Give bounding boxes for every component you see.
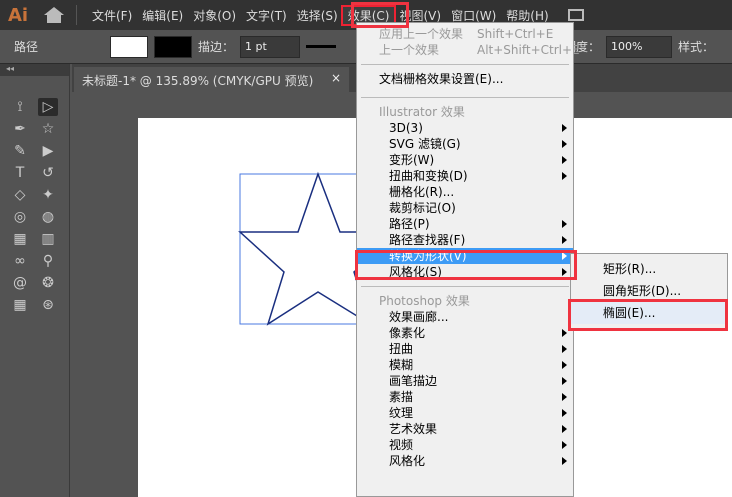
stroke-weight-input[interactable]: 1 pt bbox=[240, 35, 301, 58]
menu-item-warp[interactable]: 变形(W) bbox=[357, 152, 573, 168]
perspective-icon[interactable]: ⊛ bbox=[38, 296, 58, 314]
last-effect: 上一个效果 Alt+Shift+Ctrl+E bbox=[379, 43, 580, 57]
star-tool-icon[interactable]: ☆ bbox=[38, 120, 58, 138]
eraser-tool-icon[interactable]: ◇ bbox=[10, 186, 30, 204]
submenu-rectangle[interactable]: 矩形(R)... bbox=[571, 258, 727, 280]
stroke-label: 描边： bbox=[198, 40, 235, 54]
submenu-ellipse[interactable]: 椭圆(E)... bbox=[571, 302, 727, 324]
divider bbox=[361, 97, 569, 98]
convert-to-shape-submenu: 矩形(R)... 圆角矩形(D)... 椭圆(E)... bbox=[570, 253, 728, 331]
document-raster-settings[interactable]: 文档栅格效果设置(E)... bbox=[357, 71, 573, 91]
pen-tool-icon[interactable]: ✒ bbox=[10, 120, 30, 138]
close-tab-icon[interactable]: × bbox=[331, 71, 341, 85]
menu-edit[interactable]: 编辑(E) bbox=[137, 7, 188, 24]
fill-swatch[interactable] bbox=[110, 35, 148, 58]
menu-file[interactable]: 文件(F) bbox=[87, 7, 137, 24]
menu-item-distort[interactable]: 扭曲 bbox=[357, 341, 573, 357]
stroke-swatch[interactable] bbox=[154, 35, 192, 58]
menu-item-pixelate[interactable]: 像素化 bbox=[357, 325, 573, 341]
tools-panel: ◂◂ ⟟ ▷ ✒ ☆ ✎ ▶ T ↺ ◇ ✦ ◎ ◍ ▦ ▥ ∞ ⚲ @ ❂ ▦… bbox=[0, 64, 70, 497]
menu-item-ps-stylize[interactable]: 风格化 bbox=[357, 453, 573, 469]
menu-view[interactable]: 视图(V) bbox=[394, 7, 446, 24]
effect-menu: 应用上一个效果 Shift+Ctrl+E 上一个效果 Alt+Shift+Ctrl+… bbox=[356, 22, 580, 497]
menu-item-pathfinder[interactable]: 路径查找器(F) bbox=[357, 232, 573, 248]
menu-item-distort-transform[interactable]: 扭曲和变换(D) bbox=[357, 168, 573, 184]
direct-selection-tool-icon[interactable]: ▷ bbox=[38, 98, 58, 116]
menu-effect[interactable]: 效果(C) bbox=[340, 4, 397, 26]
menu-help[interactable]: 帮助(H) bbox=[501, 7, 553, 24]
menu-item-sketch[interactable]: 素描 bbox=[357, 389, 573, 405]
style-label: 样式： bbox=[678, 40, 715, 54]
menu-item-stylize[interactable]: 风格化(S) bbox=[357, 264, 573, 280]
type-tool-icon[interactable]: T bbox=[10, 164, 30, 182]
menu-item-brush-strokes[interactable]: 画笔描边 bbox=[357, 373, 573, 389]
menu-item-svg-filters[interactable]: SVG 滤镜(G) bbox=[357, 136, 573, 152]
menu-item-crop-marks[interactable]: 裁剪标记(O) bbox=[357, 200, 573, 216]
menu-object[interactable]: 对象(O) bbox=[188, 7, 241, 24]
eyedropper-icon[interactable]: ⚲ bbox=[38, 252, 58, 270]
menu-item-convert-to-shape[interactable]: 转换为形状(V) bbox=[357, 248, 573, 264]
blend-tool-icon[interactable]: ∞ bbox=[10, 252, 30, 270]
menu-item-artistic[interactable]: 艺术效果 bbox=[357, 421, 573, 437]
magic-wand-icon[interactable]: ✦ bbox=[38, 186, 58, 204]
home-icon[interactable] bbox=[44, 7, 64, 23]
chart-tool-icon[interactable]: ▥ bbox=[38, 230, 58, 248]
menu-item-blur[interactable]: 模糊 bbox=[357, 357, 573, 373]
document-tab-title: 未标题-1* @ 135.89% (CMYK/GPU 预览) bbox=[82, 74, 314, 88]
apply-last-effect: 应用上一个效果 Shift+Ctrl+E bbox=[379, 27, 554, 41]
collapse-icon[interactable]: ◂◂ bbox=[0, 64, 69, 76]
shape-builder-icon[interactable]: ◍ bbox=[38, 208, 58, 226]
warp-tool-icon[interactable]: ◎ bbox=[10, 208, 30, 226]
workspace-icon[interactable] bbox=[567, 9, 584, 21]
menu-item-video[interactable]: 视频 bbox=[357, 437, 573, 453]
divider bbox=[76, 5, 77, 25]
menu-type[interactable]: 文字(T) bbox=[241, 7, 292, 24]
selection-type-label: 路径 bbox=[14, 40, 39, 54]
menu-item-3d[interactable]: 3D(3) bbox=[357, 120, 573, 136]
menu-item-path[interactable]: 路径(P) bbox=[357, 216, 573, 232]
rotate-tool-icon[interactable]: ↺ bbox=[38, 164, 58, 182]
spiral-tool-icon[interactable]: @ bbox=[10, 274, 30, 292]
divider bbox=[361, 286, 569, 287]
stroke-line-preview bbox=[306, 45, 337, 48]
document-tab[interactable]: 未标题-1* @ 135.89% (CMYK/GPU 预览) × bbox=[74, 67, 349, 92]
menu-item-texture[interactable]: 纹理 bbox=[357, 405, 573, 421]
gradient-tool-icon[interactable]: ▦ bbox=[10, 230, 30, 248]
symbol-tool-icon[interactable]: ❂ bbox=[38, 274, 58, 292]
submenu-rounded-rectangle[interactable]: 圆角矩形(D)... bbox=[571, 280, 727, 302]
illustrator-effects-header: Illustrator 效果 bbox=[379, 105, 465, 119]
app-logo: Ai bbox=[8, 4, 29, 26]
menu-window[interactable]: 窗口(W) bbox=[446, 7, 501, 24]
menu-item-effect-gallery[interactable]: 效果画廊... bbox=[357, 309, 573, 325]
selection-tool-icon[interactable]: ⟟ bbox=[10, 98, 30, 116]
arrow-tool-icon[interactable]: ▶ bbox=[38, 142, 58, 160]
divider bbox=[361, 64, 569, 65]
menu-select[interactable]: 选择(S) bbox=[292, 7, 343, 24]
mesh-tool-icon[interactable]: ▦ bbox=[10, 296, 30, 314]
pencil-tool-icon[interactable]: ✎ bbox=[10, 142, 30, 160]
photoshop-effects-header: Photoshop 效果 bbox=[379, 294, 470, 308]
opacity-input[interactable]: 100% bbox=[606, 35, 673, 58]
menu-item-rasterize[interactable]: 栅格化(R)... bbox=[357, 184, 573, 200]
